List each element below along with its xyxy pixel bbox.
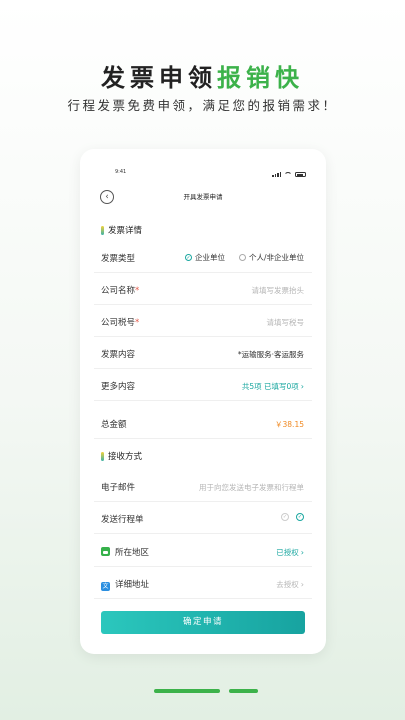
- nav-bar: ‹ 开具发票申请: [80, 186, 326, 208]
- email-row[interactable]: 电子邮件 用于向您发送电子发票和行程单: [94, 470, 312, 502]
- headline-main: 发票申领: [101, 64, 217, 92]
- chevron-right-icon: ›: [300, 382, 304, 391]
- content-value: *运输服务·客运服务: [237, 350, 304, 359]
- submit-button[interactable]: 确定申请: [101, 611, 305, 634]
- required-mark: *: [135, 286, 140, 296]
- radio-checked-icon: ✓: [184, 254, 192, 261]
- total-row: 总金额 ￥38.15: [94, 407, 312, 439]
- company-name-input[interactable]: 请填写发票抬头: [252, 285, 305, 296]
- itinerary-label: 发送行程单: [101, 515, 144, 525]
- company-name-label: 公司名称: [101, 286, 136, 296]
- company-name-row[interactable]: 公司名称* 请填写发票抬头: [94, 273, 312, 305]
- map-icon: [101, 547, 110, 556]
- tax-id-label: 公司税号: [101, 318, 136, 328]
- company-name-label-wrap: 公司名称*: [101, 284, 139, 296]
- wifi-icon: [284, 172, 292, 177]
- chevron-right-icon: ›: [300, 580, 304, 589]
- chevron-right-icon: ›: [300, 548, 304, 557]
- content-label: 发票内容: [101, 350, 136, 360]
- address-label: 详细地址: [115, 580, 150, 590]
- address-icon: 文: [101, 582, 110, 591]
- region-label-wrap: 所在地区: [101, 546, 149, 558]
- page-dot-active: [154, 689, 220, 693]
- section-marker-icon: [101, 451, 104, 461]
- radio-personal-label: 个人/非企业单位: [248, 253, 304, 262]
- more-label: 更多内容: [101, 382, 136, 392]
- section-marker-icon: [101, 225, 104, 235]
- radio-company[interactable]: ✓ 企业单位: [184, 252, 225, 263]
- phone-mockup: 9:41 ‹ 开具发票申请 发票详情 发票类型 ✓ 企业单位 个人/非企业单位 公…: [80, 149, 326, 654]
- address-label-wrap: 文详细地址: [101, 578, 149, 591]
- status-time: 9:41: [115, 169, 127, 175]
- region-row[interactable]: 所在地区 已授权 ›: [94, 535, 312, 567]
- email-label: 电子邮件: [101, 483, 136, 493]
- promo-headline: 发票申领报销快: [0, 58, 405, 93]
- page-indicator: [0, 689, 405, 693]
- radio-personal[interactable]: 个人/非企业单位: [238, 252, 304, 263]
- receive-section-header: 接收方式: [94, 440, 312, 472]
- required-mark: *: [135, 318, 140, 328]
- more-link[interactable]: 共5项 已填写0项 ›: [242, 381, 304, 392]
- more-value: 共5项 已填写0项: [241, 382, 299, 391]
- page-dot: [229, 689, 258, 693]
- tax-id-label-wrap: 公司税号*: [101, 316, 139, 328]
- address-row[interactable]: 文详细地址 去授权 ›: [94, 567, 312, 599]
- total-value: ￥38.15: [275, 420, 304, 429]
- itinerary-row: 发送行程单 ✓ ✓: [94, 502, 312, 534]
- radio-company-label: 企业单位: [194, 253, 225, 262]
- check-off-icon[interactable]: ✓: [281, 513, 289, 521]
- check-on-icon[interactable]: ✓: [296, 513, 304, 521]
- battery-icon: [295, 172, 306, 177]
- email-input[interactable]: 用于向您发送电子发票和行程单: [199, 482, 304, 493]
- invoice-section-title: 发票详情: [108, 226, 143, 236]
- promo-subtitle: 行程发票免费申领，满足您的报销需求！: [67, 98, 338, 113]
- receive-section-title: 接收方式: [108, 452, 143, 462]
- tax-id-row[interactable]: 公司税号* 请填写税号: [94, 305, 312, 337]
- region-link[interactable]: 已授权 ›: [276, 547, 304, 558]
- signal-icon: [272, 172, 281, 177]
- address-value: 去授权: [276, 580, 299, 589]
- more-content-row[interactable]: 更多内容 共5项 已填写0项 ›: [94, 369, 312, 401]
- headline-accent: 报销快: [217, 64, 304, 92]
- content-row: 发票内容 *运输服务·客运服务: [94, 337, 312, 369]
- total-label: 总金额: [101, 420, 127, 430]
- tax-id-input[interactable]: 请填写税号: [267, 317, 305, 328]
- status-bar: 9:41: [80, 169, 326, 179]
- region-value: 已授权: [276, 548, 299, 557]
- page-title: 开具发票申请: [183, 193, 223, 201]
- invoice-type-row: 发票类型 ✓ 企业单位 个人/非企业单位: [94, 241, 312, 273]
- region-label: 所在地区: [115, 548, 150, 558]
- radio-unchecked-icon: [238, 254, 246, 261]
- address-link[interactable]: 去授权 ›: [276, 579, 304, 590]
- invoice-type-label: 发票类型: [101, 254, 136, 264]
